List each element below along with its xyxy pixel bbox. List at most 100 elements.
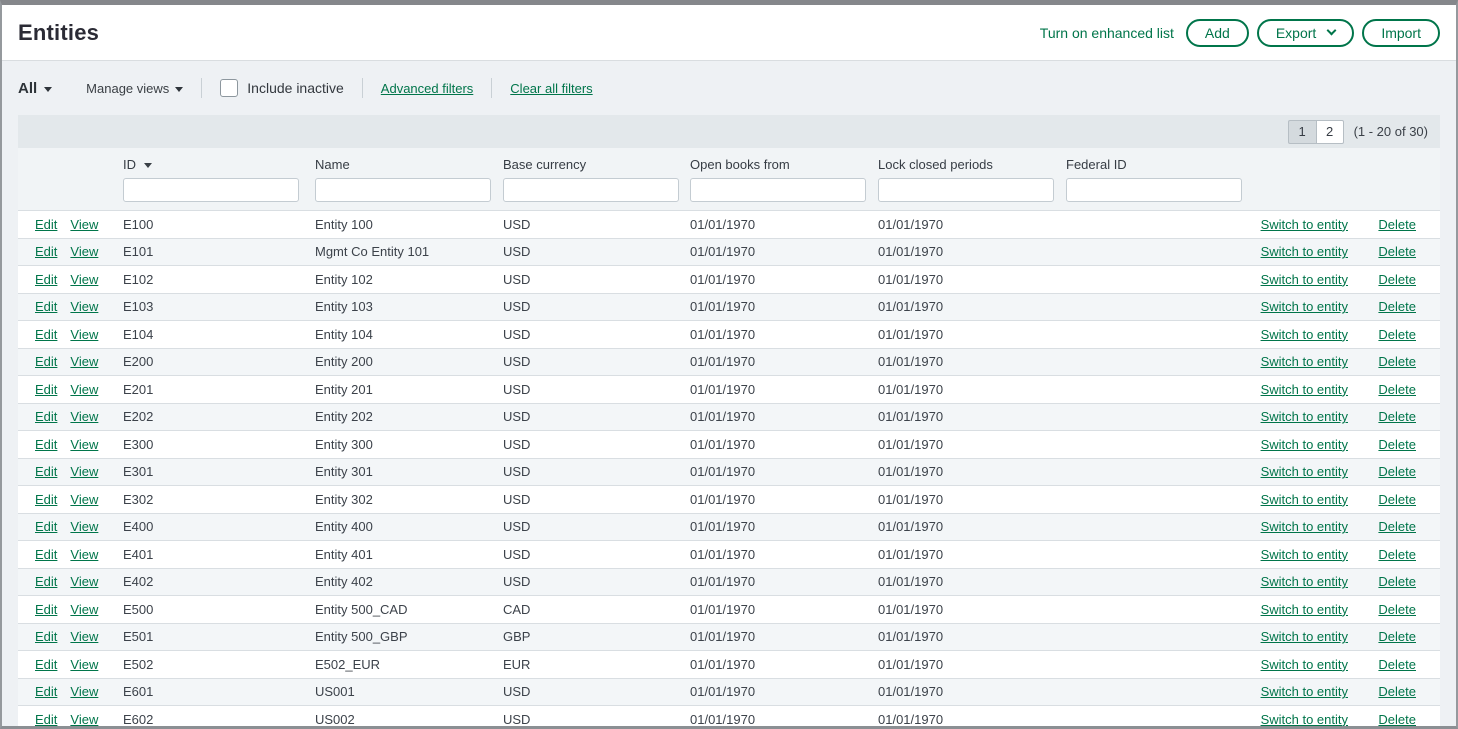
switch-to-entity-link[interactable]: Switch to entity bbox=[1261, 547, 1348, 562]
view-link[interactable]: View bbox=[70, 629, 98, 644]
view-link[interactable]: View bbox=[70, 519, 98, 534]
base-currency-filter-input[interactable] bbox=[503, 178, 679, 202]
view-link[interactable]: View bbox=[70, 244, 98, 259]
switch-to-entity-link[interactable]: Switch to entity bbox=[1261, 519, 1348, 534]
advanced-filters-link[interactable]: Advanced filters bbox=[381, 81, 474, 96]
delete-link[interactable]: Delete bbox=[1378, 602, 1416, 617]
delete-link[interactable]: Delete bbox=[1378, 574, 1416, 589]
page-1-button[interactable]: 1 bbox=[1288, 120, 1316, 144]
switch-to-entity-link[interactable]: Switch to entity bbox=[1261, 684, 1348, 699]
delete-link[interactable]: Delete bbox=[1378, 354, 1416, 369]
view-selector-dropdown[interactable]: All bbox=[18, 80, 52, 97]
view-link[interactable]: View bbox=[70, 327, 98, 342]
delete-link[interactable]: Delete bbox=[1378, 272, 1416, 287]
edit-link[interactable]: Edit bbox=[35, 574, 57, 589]
edit-link[interactable]: Edit bbox=[35, 382, 57, 397]
view-link[interactable]: View bbox=[70, 657, 98, 672]
view-link[interactable]: View bbox=[70, 492, 98, 507]
view-link[interactable]: View bbox=[70, 299, 98, 314]
edit-link[interactable]: Edit bbox=[35, 657, 57, 672]
column-header-name[interactable]: Name bbox=[315, 157, 503, 172]
delete-link[interactable]: Delete bbox=[1378, 244, 1416, 259]
manage-views-dropdown[interactable]: Manage views bbox=[86, 81, 183, 96]
switch-to-entity-link[interactable]: Switch to entity bbox=[1261, 464, 1348, 479]
switch-to-entity-link[interactable]: Switch to entity bbox=[1261, 299, 1348, 314]
view-link[interactable]: View bbox=[70, 382, 98, 397]
edit-link[interactable]: Edit bbox=[35, 629, 57, 644]
add-button[interactable]: Add bbox=[1186, 19, 1249, 47]
edit-link[interactable]: Edit bbox=[35, 437, 57, 452]
switch-to-entity-link[interactable]: Switch to entity bbox=[1261, 382, 1348, 397]
delete-link[interactable]: Delete bbox=[1378, 712, 1416, 727]
delete-link[interactable]: Delete bbox=[1378, 382, 1416, 397]
column-header-federal-id[interactable]: Federal ID bbox=[1066, 157, 1246, 172]
switch-to-entity-link[interactable]: Switch to entity bbox=[1261, 492, 1348, 507]
delete-link[interactable]: Delete bbox=[1378, 217, 1416, 232]
edit-link[interactable]: Edit bbox=[35, 519, 57, 534]
switch-to-entity-link[interactable]: Switch to entity bbox=[1261, 657, 1348, 672]
edit-link[interactable]: Edit bbox=[35, 492, 57, 507]
switch-to-entity-link[interactable]: Switch to entity bbox=[1261, 437, 1348, 452]
delete-link[interactable]: Delete bbox=[1378, 519, 1416, 534]
edit-link[interactable]: Edit bbox=[35, 217, 57, 232]
lock-closed-periods-filter-input[interactable] bbox=[878, 178, 1054, 202]
view-link[interactable]: View bbox=[70, 602, 98, 617]
view-link[interactable]: View bbox=[70, 464, 98, 479]
open-books-from-filter-input[interactable] bbox=[690, 178, 866, 202]
switch-to-entity-link[interactable]: Switch to entity bbox=[1261, 217, 1348, 232]
column-header-lock-closed-periods[interactable]: Lock closed periods bbox=[878, 157, 1066, 172]
enhanced-list-link[interactable]: Turn on enhanced list bbox=[1040, 25, 1174, 41]
delete-link[interactable]: Delete bbox=[1378, 437, 1416, 452]
name-filter-input[interactable] bbox=[315, 178, 491, 202]
edit-link[interactable]: Edit bbox=[35, 684, 57, 699]
delete-link[interactable]: Delete bbox=[1378, 409, 1416, 424]
edit-link[interactable]: Edit bbox=[35, 272, 57, 287]
delete-link[interactable]: Delete bbox=[1378, 327, 1416, 342]
view-link[interactable]: View bbox=[70, 684, 98, 699]
delete-link[interactable]: Delete bbox=[1378, 657, 1416, 672]
edit-link[interactable]: Edit bbox=[35, 244, 57, 259]
include-inactive-checkbox[interactable] bbox=[220, 79, 238, 97]
edit-link[interactable]: Edit bbox=[35, 327, 57, 342]
column-header-base-currency[interactable]: Base currency bbox=[503, 157, 690, 172]
import-button[interactable]: Import bbox=[1362, 19, 1440, 47]
switch-to-entity-link[interactable]: Switch to entity bbox=[1261, 409, 1348, 424]
column-header-open-books-from[interactable]: Open books from bbox=[690, 157, 878, 172]
switch-to-entity-link[interactable]: Switch to entity bbox=[1261, 574, 1348, 589]
switch-to-entity-link[interactable]: Switch to entity bbox=[1261, 629, 1348, 644]
edit-link[interactable]: Edit bbox=[35, 299, 57, 314]
switch-to-entity-link[interactable]: Switch to entity bbox=[1261, 272, 1348, 287]
view-link[interactable]: View bbox=[70, 272, 98, 287]
view-link[interactable]: View bbox=[70, 547, 98, 562]
view-link[interactable]: View bbox=[70, 409, 98, 424]
view-link[interactable]: View bbox=[70, 712, 98, 727]
view-link[interactable]: View bbox=[70, 217, 98, 232]
delete-link[interactable]: Delete bbox=[1378, 299, 1416, 314]
delete-link[interactable]: Delete bbox=[1378, 629, 1416, 644]
view-link[interactable]: View bbox=[70, 437, 98, 452]
switch-to-entity-link[interactable]: Switch to entity bbox=[1261, 244, 1348, 259]
delete-link[interactable]: Delete bbox=[1378, 492, 1416, 507]
include-inactive-toggle[interactable]: Include inactive bbox=[220, 79, 344, 97]
switch-to-entity-link[interactable]: Switch to entity bbox=[1261, 327, 1348, 342]
page-2-button[interactable]: 2 bbox=[1316, 120, 1344, 144]
export-button[interactable]: Export bbox=[1257, 19, 1354, 47]
switch-to-entity-link[interactable]: Switch to entity bbox=[1261, 602, 1348, 617]
edit-link[interactable]: Edit bbox=[35, 464, 57, 479]
delete-link[interactable]: Delete bbox=[1378, 464, 1416, 479]
switch-to-entity-link[interactable]: Switch to entity bbox=[1261, 712, 1348, 727]
view-link[interactable]: View bbox=[70, 574, 98, 589]
switch-to-entity-link[interactable]: Switch to entity bbox=[1261, 354, 1348, 369]
view-link[interactable]: View bbox=[70, 354, 98, 369]
edit-link[interactable]: Edit bbox=[35, 547, 57, 562]
clear-all-filters-link[interactable]: Clear all filters bbox=[510, 81, 592, 96]
id-filter-input[interactable] bbox=[123, 178, 299, 202]
delete-link[interactable]: Delete bbox=[1378, 547, 1416, 562]
federal-id-filter-input[interactable] bbox=[1066, 178, 1242, 202]
column-header-id[interactable]: ID bbox=[123, 157, 315, 172]
delete-link[interactable]: Delete bbox=[1378, 684, 1416, 699]
edit-link[interactable]: Edit bbox=[35, 409, 57, 424]
edit-link[interactable]: Edit bbox=[35, 354, 57, 369]
edit-link[interactable]: Edit bbox=[35, 602, 57, 617]
edit-link[interactable]: Edit bbox=[35, 712, 57, 727]
